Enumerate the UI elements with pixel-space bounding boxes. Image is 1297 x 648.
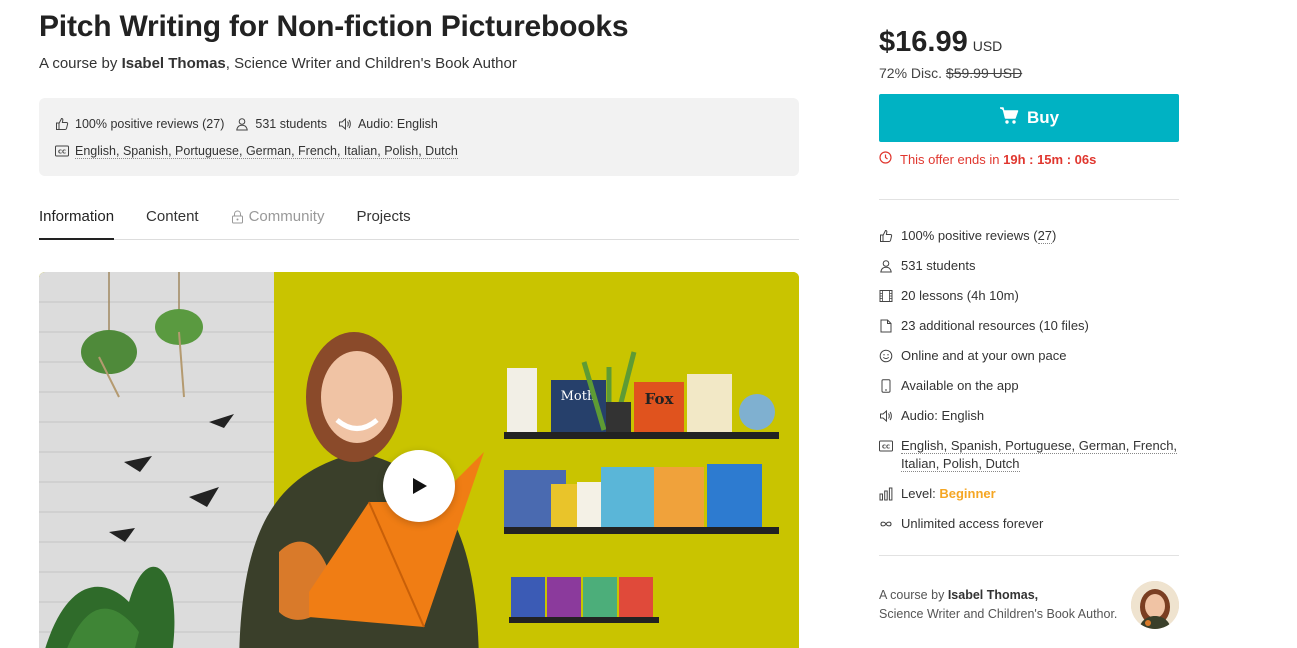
- thumbs-up-icon: [55, 117, 69, 131]
- lock-icon: [231, 210, 244, 228]
- user-icon: [879, 259, 893, 273]
- feature-level: Level: Beginner: [879, 485, 1179, 503]
- author-role: , Science Writer and Children's Book Aut…: [225, 55, 517, 72]
- smiley-icon: [879, 349, 893, 363]
- feature-lessons-text: 20 lessons (4h 10m): [901, 288, 1019, 303]
- speaker-icon: [879, 409, 893, 423]
- feature-pace: Online and at your own pace: [879, 347, 1179, 365]
- meta-subtitles: CC English, Spanish, Portuguese, German,…: [55, 144, 458, 159]
- subtitle-prefix: A course by: [39, 55, 118, 72]
- feature-reviews-prefix: 100% positive reviews (: [901, 228, 1038, 243]
- original-price: $59.99 USD: [945, 65, 1023, 81]
- feature-app: Available on the app: [879, 377, 1179, 395]
- buy-label: Buy: [1026, 108, 1060, 127]
- file-icon: [879, 319, 893, 333]
- course-main: Pitch Writing for Non-fiction Pictureboo…: [39, 0, 799, 648]
- meta-reviews-text: 100% positive reviews (27): [75, 117, 225, 131]
- user-icon: [235, 117, 249, 131]
- play-icon: [413, 478, 427, 494]
- course-title: Pitch Writing for Non-fiction Pictureboo…: [39, 10, 629, 43]
- bar-chart-icon: [879, 487, 893, 501]
- feature-access-text: Unlimited access forever: [901, 516, 1044, 531]
- author-card-prefix: A course by: [879, 588, 945, 602]
- author-card-name[interactable]: Isabel Thomas,: [948, 588, 1038, 602]
- course-subtitle: A course by Isabel Thomas, Science Write…: [39, 55, 799, 72]
- tab-information[interactable]: Information: [39, 202, 115, 240]
- course-meta-box: 100% positive reviews (27) 531 students …: [39, 98, 799, 176]
- cart-icon: [999, 106, 1019, 130]
- feature-lessons: 20 lessons (4h 10m): [879, 287, 1179, 305]
- cc-icon: CC: [879, 439, 893, 453]
- feature-app-text: Available on the app: [901, 378, 1019, 393]
- meta-audio: Audio: English: [338, 117, 438, 131]
- offer-prefix: This offer ends in: [900, 151, 1000, 167]
- divider: [879, 555, 1179, 556]
- speaker-icon: [338, 117, 352, 131]
- play-button[interactable]: [383, 450, 455, 522]
- feature-pace-text: Online and at your own pace: [901, 348, 1067, 363]
- course-video[interactable]: Moth Fox: [39, 272, 799, 648]
- svg-text:CC: CC: [882, 445, 890, 451]
- book-fox-title: Fox: [645, 390, 675, 408]
- reviews-count-link[interactable]: 27: [1037, 228, 1053, 244]
- clock-icon: [879, 151, 892, 167]
- author-link[interactable]: Isabel Thomas: [122, 55, 226, 72]
- svg-text:CC: CC: [58, 150, 66, 156]
- meta-row-2: CC English, Spanish, Portuguese, German,…: [55, 142, 783, 160]
- meta-reviews: 100% positive reviews (27): [55, 117, 224, 131]
- feature-audio-text: Audio: English: [901, 408, 985, 423]
- meta-students: 531 students: [235, 117, 327, 131]
- level-label: Level:: [901, 486, 936, 501]
- film-icon: [879, 289, 893, 303]
- buy-button[interactable]: Buy: [879, 94, 1179, 142]
- feature-students-text: 531 students: [901, 258, 976, 273]
- tab-information-label: Information: [39, 208, 115, 225]
- course-tabs: Information Content Community Projects: [39, 202, 799, 240]
- subtitles-line-2: Italian, Polish, Dutch: [901, 456, 1020, 472]
- discount-line: 72% Disc. $59.99 USD: [879, 65, 1179, 81]
- level-value: Beginner: [939, 486, 996, 501]
- feature-reviews: 100% positive reviews (27): [879, 227, 1179, 245]
- discount-label: 72% Disc.: [879, 65, 943, 81]
- tab-community[interactable]: Community: [231, 202, 325, 239]
- meta-subtitles-text[interactable]: English, Spanish, Portuguese, German, Fr…: [75, 144, 458, 159]
- feature-resources: 23 additional resources (10 files): [879, 317, 1179, 335]
- subtitles-line-1: English, Spanish, Portuguese, German, Fr…: [901, 438, 1178, 454]
- feature-reviews-suffix: ): [1052, 228, 1057, 243]
- divider: [879, 199, 1179, 200]
- feature-students: 531 students: [879, 257, 1179, 275]
- feature-subtitles: CC English, Spanish, Portuguese, German,…: [879, 437, 1179, 473]
- meta-row-1: 100% positive reviews (27) 531 students …: [55, 115, 783, 133]
- mobile-icon: [879, 379, 893, 393]
- price: $16.99: [879, 26, 968, 58]
- meta-audio-text: Audio: English: [357, 117, 438, 131]
- avatar[interactable]: [1131, 581, 1179, 629]
- purchase-panel: $16.99 USD 72% Disc. $59.99 USD Buy This…: [879, 0, 1179, 629]
- tab-projects-label: Projects: [356, 208, 411, 225]
- price-row: $16.99 USD: [879, 26, 1179, 59]
- author-card: A course by Isabel Thomas, Science Write…: [879, 581, 1179, 629]
- offer-time: 19h : 15m : 06s: [1003, 151, 1097, 167]
- feature-resources-text: 23 additional resources (10 files): [901, 318, 1089, 333]
- tab-content-label: Content: [146, 208, 199, 225]
- tab-content[interactable]: Content: [146, 202, 199, 239]
- meta-students-text: 531 students: [255, 117, 327, 131]
- currency: USD: [972, 38, 1003, 54]
- feature-subtitles-text[interactable]: English, Spanish, Portuguese, German, Fr…: [901, 437, 1178, 473]
- feature-access: Unlimited access forever: [879, 515, 1179, 533]
- cc-icon: CC: [55, 144, 69, 158]
- feature-audio: Audio: English: [879, 407, 1179, 425]
- thumbs-up-icon: [879, 229, 893, 243]
- tab-community-label: Community: [248, 208, 325, 225]
- course-features: 100% positive reviews (27) 531 students …: [879, 227, 1179, 533]
- offer-countdown: This offer ends in 19h : 15m : 06s: [879, 151, 1179, 167]
- tab-projects[interactable]: Projects: [356, 202, 410, 239]
- infinity-icon: [879, 517, 893, 531]
